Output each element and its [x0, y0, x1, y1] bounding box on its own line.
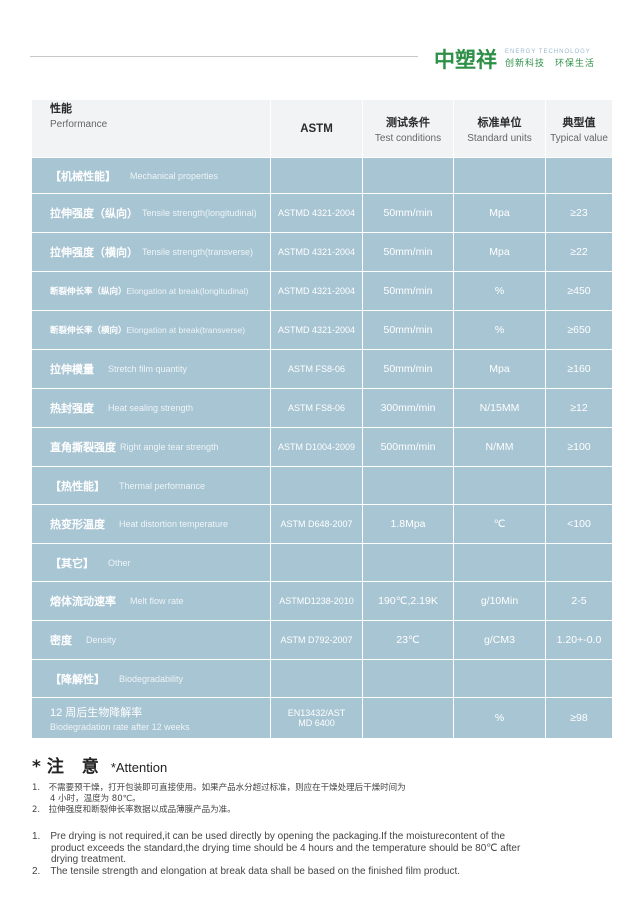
brand-tagline-cn: 创新科技 环保生活 — [505, 59, 596, 69]
brand-tagline-en: ENERGY TECHNOLOGY — [505, 49, 591, 55]
section-row-biodegradability: 【降解性】 Biodegradability — [32, 659, 612, 697]
section-row-mechanical: 【机械性能】 Mechanical properties — [32, 157, 612, 193]
attention-title-cn: *注 意 — [32, 757, 105, 777]
table-row: 拉伸强度（横向） Tensile strength(transverse) AST… — [32, 232, 612, 271]
notes-en: 1. Pre drying is not required,it can be … — [32, 831, 521, 877]
brand-name: 中塑祥 — [434, 48, 497, 72]
table-row: 断裂伸长率（纵向） Elongation at break(longitudina… — [32, 271, 612, 310]
brand-logo: 中塑祥 ENERGY TECHNOLOGY 创新科技 环保生活 — [434, 44, 595, 74]
header-typical-value: 典型值 Typical value — [545, 100, 612, 157]
table-row: 拉伸强度（纵向） Tensile strength(longitudinal) A… — [32, 193, 612, 232]
table-header-row: 性能 Performance ASTM 测试条件 Test conditions… — [32, 100, 612, 157]
table-row: 密度 Density ASTM D792-2007 23℃ g/CM3 1.20+… — [32, 620, 612, 659]
header-astm: ASTM — [270, 100, 362, 157]
header-divider — [30, 56, 418, 57]
table-row: 断裂伸长率（横向） Elongation at break(transverse)… — [32, 310, 612, 349]
header-test-conditions: 测试条件 Test conditions — [362, 100, 453, 157]
attention-title-en: *Attention — [110, 760, 168, 775]
section-row-other: 【其它】 Other — [32, 543, 612, 581]
table-row: 12 周后生物降解率 Biodegradation rate after 12 … — [32, 697, 612, 738]
notes-cn: 1. 不需要预干燥，打开包装即可直接使用。如果产品水分超过标准，则应在干燥处理后… — [32, 783, 406, 815]
attention-heading: *注 意 *Attention — [32, 752, 167, 777]
table-row: 拉伸模量 Stretch film quantity ASTM FS8-06 50… — [32, 349, 612, 388]
properties-table: 性能 Performance ASTM 测试条件 Test conditions… — [32, 100, 612, 738]
table-row: 热变形温度 Heat distortion temperature ASTM D6… — [32, 504, 612, 543]
table-row: 熔体流动速率 Melt flow rate ASTMD1238-2010 190℃… — [32, 581, 612, 620]
header-performance: 性能 Performance — [50, 102, 108, 130]
table-row: 热封强度 Heat sealing strength ASTM FS8-06 30… — [32, 388, 612, 427]
section-row-thermal: 【热性能】 Thermal performance — [32, 466, 612, 504]
header-standard-units: 标准单位 Standard units — [453, 100, 545, 157]
table-row: 直角撕裂强度 Right angle tear strength ASTM D10… — [32, 427, 612, 466]
